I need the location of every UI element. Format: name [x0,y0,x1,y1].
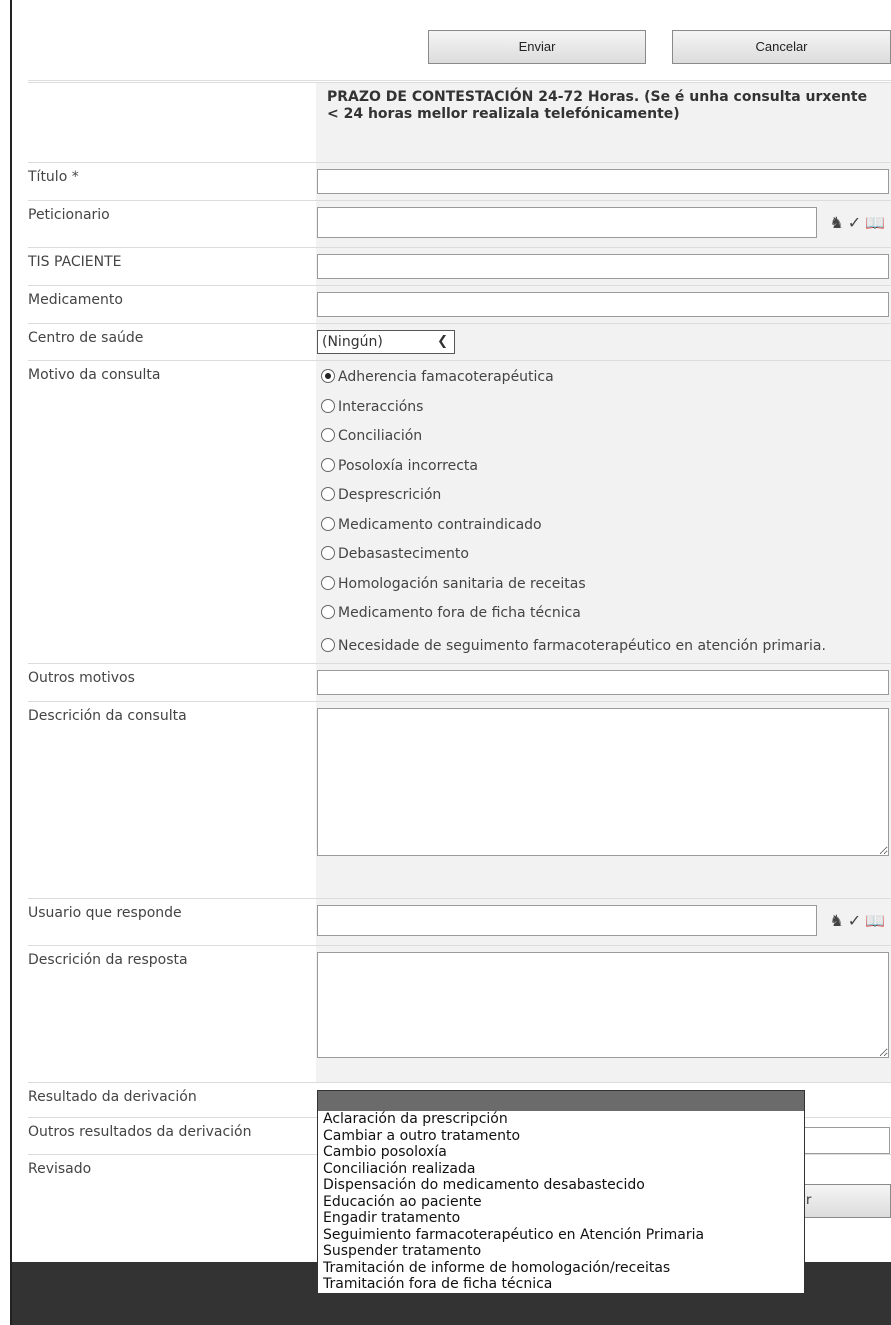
tis-input[interactable] [317,254,889,279]
field-label-resultado: Resultado da derivación [28,1081,316,1117]
radio-button[interactable] [321,546,335,560]
person-check-icon[interactable]: ♞✓ [829,911,865,930]
motivo-option[interactable]: Debasastecimento [316,544,891,574]
motivo-option[interactable]: Interaccións [316,397,891,427]
toolbar-divider [28,80,891,81]
dropdown-selected-blank[interactable] [318,1091,804,1111]
field-label-tis: TIS PACIENTE [28,247,316,286]
descricion-resposta-textarea[interactable] [317,951,889,1058]
radio-button[interactable] [321,428,335,442]
address-book-icon[interactable]: 📖 [865,213,889,232]
field-label-titulo: Título * [28,162,316,201]
field-label-centro: Centro de saúde [28,323,316,361]
field-label-outros-resultados: Outros resultados da derivación [28,1116,316,1154]
radio-button[interactable] [321,457,335,472]
motivo-option[interactable]: Homologación sanitaria de receitas [316,574,891,604]
field-label-medicamento: Medicamento [28,285,316,324]
dropdown-option[interactable]: Conciliación realizada [318,1161,804,1178]
motivo-option-label: Posoloxía incorrecta [338,457,478,474]
motivo-option-label: Adherencia famacoterapéutica [338,369,554,385]
dropdown-option[interactable]: Tramitación fora de ficha técnica [318,1276,804,1293]
deadline-notice: PRAZO DE CONTESTACIÓN 24-72 Horas. (Se é… [327,89,868,122]
chevron-down-icon: ❮ [437,334,448,349]
field-label-descricion-resposta: Descrición da resposta [28,944,316,1082]
motivo-option[interactable]: Posoloxía incorrecta [316,456,891,486]
dropdown-option[interactable]: Engadir tratamento [318,1210,804,1227]
field-label-outros-motivos: Outros motivos [28,662,316,701]
motivo-option[interactable]: Medicamento contraindicado [316,515,891,545]
field-label-revisado: Revisado [28,1153,316,1191]
motivo-option-label: Debasastecimento [338,546,469,562]
bottom-cancel-button[interactable]: r [800,1184,891,1218]
person-check-icon[interactable]: ♞✓ [829,213,865,232]
peticionario-input[interactable] [317,207,817,238]
field-label-usuario-responde: Usuario que responde [28,897,316,945]
centro-select-value: (Ningún) [322,334,383,350]
dropdown-option[interactable]: Cambiar a outro tratamento [318,1128,804,1145]
resultado-options: Aclaración da prescripción Cambiar a outr… [318,1111,804,1293]
dropdown-option[interactable]: Suspender tratamento [318,1243,804,1260]
dropdown-option[interactable]: Aclaración da prescripción [318,1111,804,1128]
radio-button[interactable] [321,575,335,590]
dropdown-option[interactable]: Dispensación do medicamento desabastecid… [318,1177,804,1194]
radio-button[interactable] [321,605,335,619]
dropdown-option[interactable]: Cambio posoloxía [318,1144,804,1161]
motivo-option[interactable]: Medicamento fora de ficha técnica [316,603,891,633]
people-picker-icons: ♞✓📖 [829,213,889,232]
centro-select[interactable]: (Ningún) ❮ [317,330,455,354]
radio-button[interactable] [321,487,335,501]
motivo-option-label: Necesidade de seguimento farmacoterapéut… [338,637,826,654]
motivo-option[interactable]: Conciliación [316,426,891,456]
cancel-button[interactable]: Cancelar [672,30,891,64]
motivo-option-label: Medicamento contraindicado [338,516,542,533]
address-book-icon[interactable]: 📖 [865,911,889,930]
form-table: PRAZO DE CONTESTACIÓN 24-72 Horas. (Se é… [28,82,891,1191]
motivo-option[interactable]: Desprescrición [316,485,891,515]
motivo-option[interactable]: Adherencia famacoterapéutica [316,367,891,397]
motivo-radio-group: Adherencia famacoterapéutica Interaccións… [316,361,891,663]
dropdown-option[interactable]: Seguimiento farmacoterapéutico en Atenci… [318,1227,804,1244]
form-toolbar: Enviar Cancelar [10,30,891,66]
outros-resultados-input[interactable] [800,1127,890,1154]
radio-button[interactable] [321,398,335,413]
field-label-peticionario: Peticionario [28,200,316,248]
field-label-descricion-consulta: Descrición da consulta [28,700,316,898]
motivo-option-label: Medicamento fora de ficha técnica [338,605,581,621]
radio-button[interactable] [321,516,335,531]
usuario-responde-input[interactable] [317,904,817,936]
outros-motivos-input[interactable] [317,669,889,695]
medicamento-input[interactable] [317,292,889,317]
resultado-dropdown-list[interactable]: Aclaración da prescripción Cambiar a outr… [317,1090,805,1294]
motivo-option-label: Desprescrición [338,487,442,503]
motivo-option-label: Homologación sanitaria de receitas [338,575,586,592]
motivo-option-label: Conciliación [338,428,423,444]
motivo-option-label: Interaccións [338,398,424,415]
submit-button[interactable]: Enviar [428,30,646,64]
people-picker-icons-2: ♞✓📖 [829,911,889,930]
radio-button[interactable] [321,369,335,383]
titulo-input[interactable] [317,169,889,194]
dropdown-option[interactable]: Educación ao paciente [318,1194,804,1211]
motivo-option[interactable]: Necesidade de seguimento farmacoterapéut… [316,633,891,659]
radio-button[interactable] [321,637,335,652]
field-label-motivo: Motivo da consulta [28,360,316,663]
descricion-consulta-textarea[interactable] [317,707,889,856]
dropdown-option[interactable]: Tramitación de informe de homologación/r… [318,1260,804,1277]
